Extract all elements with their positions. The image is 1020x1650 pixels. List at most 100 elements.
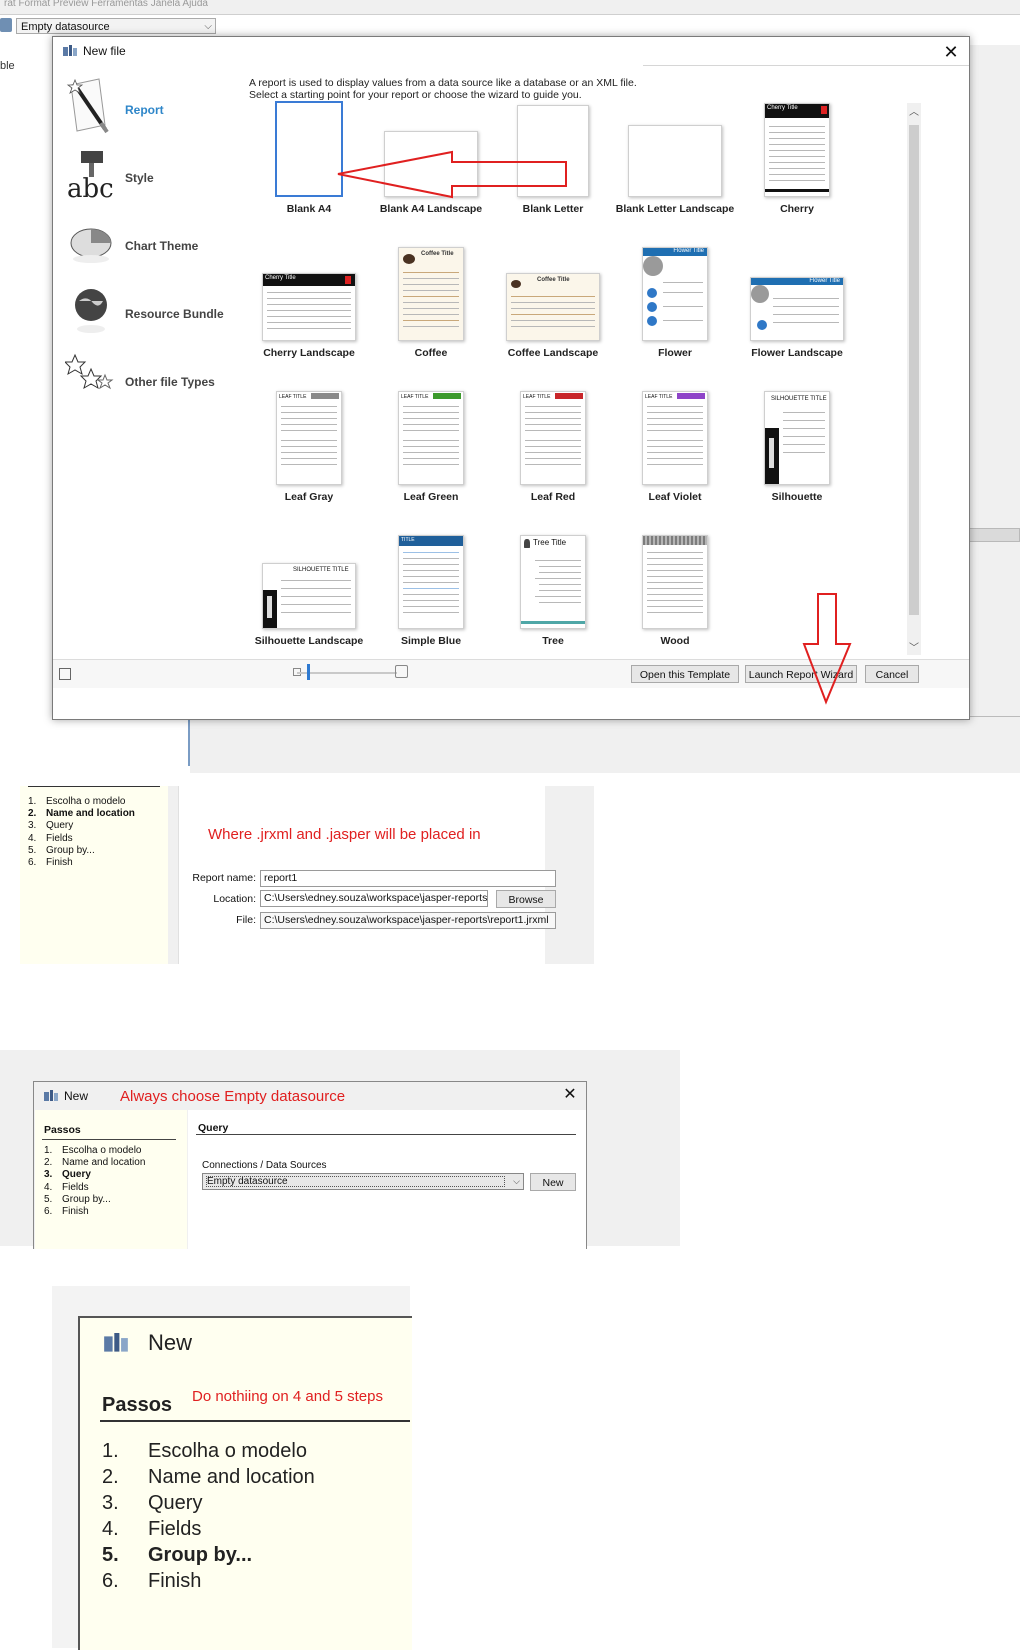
thumb-title: SILHOUETTE TITLE	[293, 567, 349, 573]
template-thumbnail: Flower Title	[642, 247, 708, 341]
file-label: File:	[236, 914, 256, 926]
step-item: 2. Name and location	[44, 1157, 146, 1169]
location-input[interactable]: C:\Users\edney.souza\workspace\jasper-re…	[260, 890, 488, 907]
left-panel-fragment: ble	[0, 60, 15, 72]
step-item: 6. Finish	[28, 857, 73, 869]
close-icon[interactable]: ✕	[939, 40, 963, 64]
report-name-label: Report name:	[192, 872, 256, 884]
wizard-steps-list: 1. Escolha o modelo 2. Name and location 3…	[44, 1145, 145, 1218]
steps-title: Passos	[44, 1124, 81, 1136]
title-separator	[643, 65, 969, 66]
thumb-title: Flower Title	[673, 248, 704, 254]
dialog-title: New	[64, 1089, 89, 1103]
steps-divider	[100, 1420, 410, 1422]
template-leaf-green[interactable]: LEAF TITLE Leaf Green	[371, 377, 491, 507]
thumb-title: Coffee Title	[421, 251, 454, 257]
step-item: 1. Escolha o modelo	[28, 796, 126, 807]
close-icon[interactable]: ✕	[560, 1085, 580, 1105]
template-name: Wood	[660, 635, 690, 647]
template-coffee-landscape[interactable]: Coffee Title Coffee Landscape	[493, 233, 613, 363]
template-name: Blank A4 Landscape	[379, 203, 483, 215]
cancel-button[interactable]: Cancel	[865, 665, 919, 683]
template-name: Flower Landscape	[751, 347, 843, 359]
datasource-combo[interactable]: Empty datasource ⌵	[16, 18, 216, 34]
step-item: 5. Group by...	[44, 1193, 111, 1205]
right-panel-bar	[968, 528, 1020, 542]
scroll-up-icon[interactable]: ︿	[907, 103, 921, 119]
template-tree[interactable]: Tree Title Tree	[493, 521, 613, 651]
menu-bar-text: rat Format Preview Ferramentas Janela Aj…	[4, 0, 208, 9]
template-name: Coffee Landscape	[507, 347, 599, 359]
thumb-title: Tree Title	[533, 538, 567, 547]
template-thumbnail	[642, 535, 708, 629]
template-thumbnail: Coffee Title	[398, 247, 464, 341]
template-name: Leaf Green	[403, 491, 459, 503]
template-thumbnail: LEAF TITLE	[520, 391, 586, 485]
step-item: 3. Query	[102, 1492, 203, 1514]
globe-icon	[75, 289, 107, 333]
template-name: Leaf Violet	[648, 491, 702, 503]
template-name: Leaf Gray	[284, 491, 334, 503]
template-thumbnail	[275, 101, 343, 197]
menu-bar-fragment: rat Format Preview Ferramentas Janela Aj…	[0, 0, 1020, 15]
scrollbar-thumb[interactable]	[909, 125, 919, 615]
slider-handle[interactable]	[307, 664, 310, 680]
template-leaf-violet[interactable]: LEAF TITLE Leaf Violet	[615, 377, 735, 507]
step-item-active: 3. Query	[44, 1169, 91, 1181]
template-leaf-gray[interactable]: LEAF TITLE Leaf Gray	[249, 377, 369, 507]
template-simple-blue[interactable]: TITLE Simple Blue	[371, 521, 491, 651]
resize-grid-icon[interactable]	[59, 668, 71, 680]
template-thumbnail: SILHOUETTE TITLE	[262, 563, 356, 629]
template-scrollbar[interactable]: ︿ ﹀	[907, 103, 921, 655]
query-divider	[196, 1134, 576, 1135]
step-item: 3. Query	[28, 820, 74, 832]
template-wood[interactable]: Wood	[615, 521, 735, 651]
template-coffee[interactable]: Coffee Title Coffee	[371, 233, 491, 363]
template-cherry-landscape[interactable]: Cherry Title Cherry Landscape	[249, 233, 369, 363]
thumbnail-size-slider[interactable]	[297, 672, 397, 674]
scroll-down-icon[interactable]: ﹀	[907, 639, 921, 655]
pie-chart-icon	[70, 228, 112, 263]
chevron-down-icon[interactable]: ⌵	[513, 1174, 520, 1189]
template-thumbnail	[384, 131, 478, 197]
browse-button[interactable]: Browse	[496, 890, 556, 908]
category-resource-bundle[interactable]: Resource Bundle	[63, 279, 243, 345]
thumb-title: Flower Title	[809, 278, 840, 284]
dialog-title: New	[148, 1330, 193, 1355]
template-blank-letter-landscape[interactable]: Blank Letter Landscape	[615, 89, 735, 219]
launch-report-wizard-button[interactable]: Launch Report Wizard	[745, 665, 857, 683]
dialog-button-bar: Open this Template Launch Report Wizard …	[53, 659, 969, 688]
template-name: Coffee	[414, 347, 448, 359]
template-name: Silhouette	[771, 491, 823, 503]
open-template-button[interactable]: Open this Template	[631, 665, 739, 683]
new-datasource-button[interactable]: New	[530, 1173, 576, 1191]
category-label: Style	[125, 171, 154, 185]
style-abc-icon: abc	[67, 151, 114, 203]
template-flower[interactable]: Flower Title Flower	[615, 233, 735, 363]
template-silhouette[interactable]: SILHOUETTE TITLE Silhouette	[737, 377, 857, 507]
file-path-input[interactable]: C:\Users\edney.souza\workspace\jasper-re…	[260, 912, 556, 929]
template-flower-landscape[interactable]: Flower Title Flower Landscape	[737, 233, 857, 363]
location-annotation: Where .jrxml and .jasper will be placed …	[208, 826, 481, 843]
template-blank-a4[interactable]: Blank A4	[249, 89, 369, 219]
template-blank-a4-landscape[interactable]: Blank A4 Landscape	[371, 89, 491, 219]
report-name-input[interactable]: report1	[260, 870, 556, 887]
template-name: Cherry Landscape	[263, 347, 355, 359]
datasource-select[interactable]: Empty datasource ⌵	[202, 1173, 524, 1190]
category-report[interactable]: Report	[63, 75, 243, 141]
category-style[interactable]: abc Style	[63, 143, 243, 209]
template-cherry[interactable]: Cherry Title Cherry	[737, 89, 857, 219]
thumb-title: LEAF TITLE	[401, 394, 429, 400]
category-other-file-types[interactable]: Other file Types	[63, 347, 243, 413]
template-thumbnail	[628, 125, 722, 197]
steps-divider	[42, 1139, 176, 1140]
template-blank-letter[interactable]: Blank Letter	[493, 89, 613, 219]
step-item: 5. Group by...	[28, 844, 95, 856]
template-name: Flower	[658, 347, 692, 359]
category-chart-theme[interactable]: Chart Theme	[63, 211, 243, 277]
jasper-app-icon	[63, 45, 77, 56]
step-item: 4. Fields	[28, 832, 73, 844]
template-silhouette-landscape[interactable]: SILHOUETTE TITLE Silhouette Landscape	[249, 521, 369, 651]
template-leaf-red[interactable]: LEAF TITLE Leaf Red	[493, 377, 613, 507]
steps-divider	[28, 786, 160, 787]
